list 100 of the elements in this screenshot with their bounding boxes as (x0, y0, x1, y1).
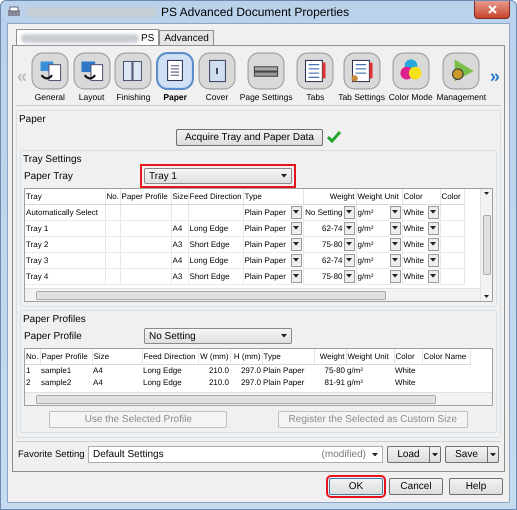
cell-dropdown[interactable]: g/m² (358, 238, 400, 250)
category-tab[interactable]: Layout (72, 52, 112, 102)
finishing-icon (114, 52, 152, 90)
dropdown-button[interactable] (290, 254, 302, 266)
table-cell-text: A4 (92, 376, 104, 388)
category-tab[interactable]: Cover (196, 52, 237, 102)
cell-dropdown[interactable]: Plain Paper (244, 238, 302, 250)
cell-dropdown[interactable]: No Setting (304, 206, 354, 218)
column-header[interactable]: Tray (25, 189, 105, 204)
category-tab[interactable]: Paper (155, 52, 196, 102)
dialog-button[interactable]: Cancel (389, 478, 443, 495)
column-header[interactable]: No. (25, 349, 40, 364)
category-tab[interactable]: Tabs (295, 52, 336, 102)
table-cell-text: White (394, 376, 416, 388)
cell-dropdown[interactable]: 62-74 (304, 254, 354, 266)
category-tab[interactable]: General (30, 52, 70, 102)
cell-dropdown[interactable]: White (404, 238, 438, 250)
column-header[interactable]: Weight (314, 349, 346, 364)
tabsettings-icon (342, 52, 381, 90)
table-cell-text: Long Edge (142, 376, 183, 388)
category-tab[interactable]: Management (435, 52, 488, 102)
dropdown-button[interactable] (344, 222, 354, 234)
dropdown-button[interactable] (290, 238, 302, 250)
column-header[interactable]: Color (402, 189, 440, 204)
dropdown-button[interactable] (390, 206, 400, 218)
column-header[interactable]: Weight (303, 189, 356, 204)
cell-dropdown[interactable]: 75-80 (304, 270, 354, 282)
cell-dropdown[interactable]: g/m² (358, 222, 400, 234)
dropdown-button[interactable] (428, 238, 438, 250)
dropdown-button[interactable] (428, 206, 438, 218)
cell-dropdown[interactable]: g/m² (358, 206, 400, 218)
paper-icon (156, 52, 194, 90)
caret-icon (392, 274, 398, 278)
cell-dropdown[interactable]: Plain Paper (244, 254, 302, 266)
column-header[interactable]: Feed Direction (142, 349, 198, 364)
category-tab[interactable]: Page Settings (238, 52, 294, 102)
cell-dropdown[interactable]: g/m² (358, 254, 400, 266)
dialog-button[interactable]: Help (449, 478, 503, 495)
column-header[interactable]: Weight Unit (346, 349, 394, 364)
favorite-dropdown[interactable]: Default Settings (modified) (88, 446, 383, 463)
column-header[interactable]: Size (92, 349, 142, 364)
cell-dropdown[interactable]: 62-74 (304, 222, 354, 234)
dropdown-button[interactable] (390, 254, 400, 266)
tray-dropdown[interactable]: Tray 1 (144, 168, 292, 184)
load-button[interactable]: Load (387, 446, 441, 463)
dropdown-button[interactable] (390, 270, 400, 282)
dropdown-button[interactable] (390, 222, 400, 234)
category-tab[interactable]: Finishing (113, 52, 154, 102)
acquire-button[interactable]: Acquire Tray and Paper Data (176, 129, 323, 146)
column-header[interactable]: Paper Profile (40, 349, 92, 364)
column-header[interactable]: W (mm) (198, 349, 230, 364)
cell-dropdown[interactable]: Plain Paper (244, 206, 302, 218)
vertical-scrollbar[interactable] (480, 189, 492, 301)
caret-icon (392, 258, 398, 262)
cell-dropdown[interactable]: Plain Paper (244, 222, 302, 234)
column-header[interactable]: Type (243, 189, 303, 204)
dropdown-button[interactable] (344, 270, 354, 282)
cell-dropdown[interactable]: White (404, 254, 438, 266)
close-button[interactable] (474, 1, 510, 19)
save-button[interactable]: Save (445, 446, 499, 463)
dropdown-button[interactable] (290, 270, 302, 282)
horizontal-scrollbar[interactable] (25, 392, 492, 405)
caret-icon (484, 295, 489, 298)
category-tab[interactable]: Tab Settings (337, 52, 386, 102)
column-header[interactable]: Feed Direction (188, 189, 243, 204)
profile-dropdown[interactable]: No Setting (144, 328, 292, 344)
tab[interactable]: PS (16, 29, 160, 46)
column-header[interactable]: Color (394, 349, 422, 364)
cell-dropdown[interactable]: g/m² (358, 270, 400, 282)
horizontal-scrollbar[interactable] (25, 288, 480, 301)
dropdown-button[interactable] (344, 254, 354, 266)
cell-dropdown[interactable]: Plain Paper (244, 270, 302, 282)
caret-icon (392, 242, 398, 246)
dropdown-button[interactable] (428, 222, 438, 234)
pages-icon (247, 52, 286, 90)
column-header[interactable]: Weight Unit (356, 189, 402, 204)
column-header[interactable]: Color Name (422, 349, 470, 364)
dropdown-button[interactable] (290, 222, 302, 234)
cell-dropdown[interactable]: White (404, 222, 438, 234)
dialog-button[interactable]: OK (329, 478, 383, 495)
scroll-right-button[interactable]: » (488, 66, 501, 87)
cell-dropdown[interactable]: 75-80 (304, 238, 354, 250)
caret-icon (293, 242, 299, 246)
cell-dropdown[interactable]: White (404, 270, 438, 282)
dropdown-button[interactable] (290, 206, 302, 218)
dropdown-button[interactable] (428, 254, 438, 266)
column-header[interactable]: No. (105, 189, 120, 204)
column-header[interactable]: H (mm) (230, 349, 262, 364)
tab[interactable]: Advanced (159, 30, 214, 45)
table-cell-text: 297.0 (240, 376, 262, 388)
column-header[interactable]: Color (440, 189, 464, 204)
dropdown-button[interactable] (390, 238, 400, 250)
column-header[interactable]: Size (171, 189, 188, 204)
column-header[interactable]: Paper Profile (120, 189, 171, 204)
category-tab[interactable]: Color Mode (388, 52, 434, 102)
cell-dropdown[interactable]: White (404, 206, 438, 218)
dropdown-button[interactable] (344, 238, 354, 250)
dropdown-button[interactable] (344, 206, 354, 218)
dropdown-button[interactable] (428, 270, 438, 282)
column-header[interactable]: Type (262, 349, 314, 364)
